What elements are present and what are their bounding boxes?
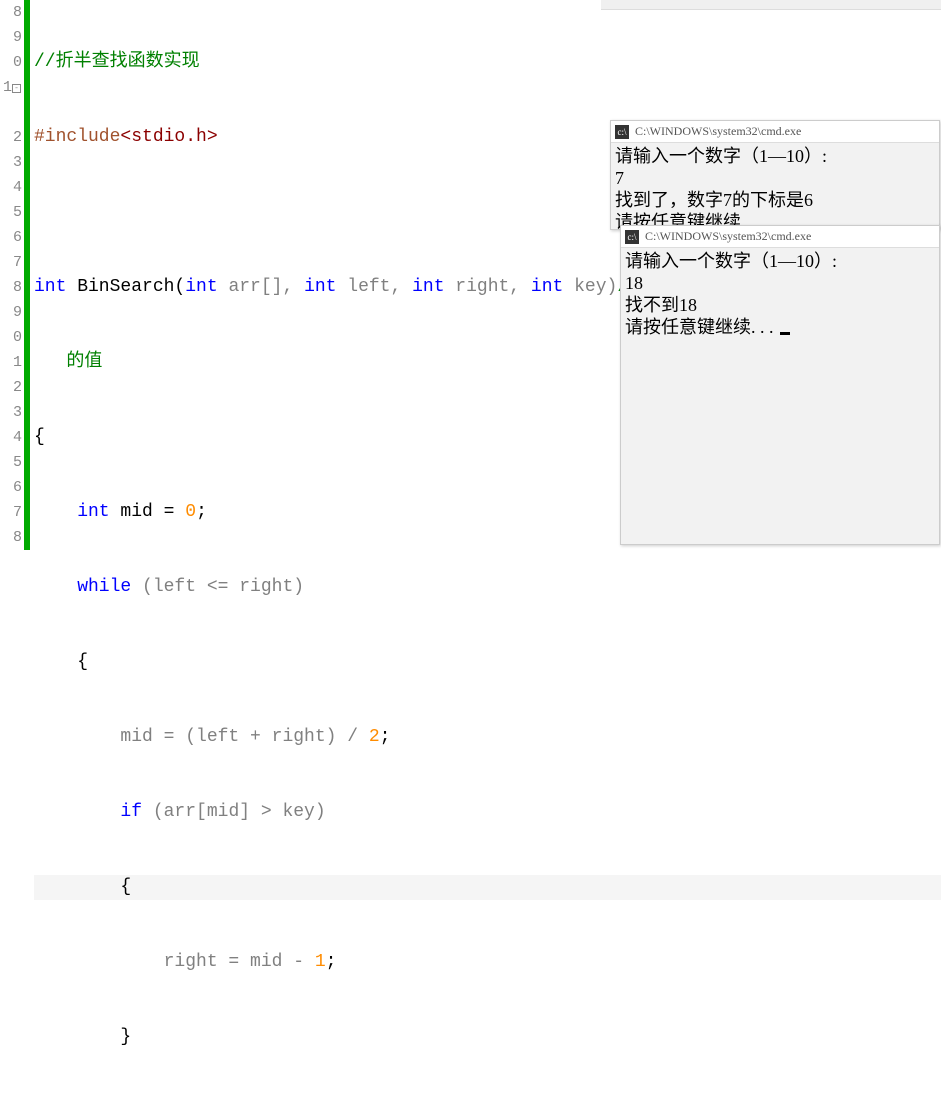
terminal-line: 7 (615, 167, 935, 189)
line-number: 0 (0, 325, 22, 350)
line-number: 5 (0, 200, 22, 225)
line-number: 7 (0, 250, 22, 275)
line-number: 0 (0, 50, 22, 75)
terminal-titlebar[interactable]: c:\ C:\WINDOWS\system32\cmd.exe (621, 226, 939, 248)
line-number: 5 (0, 450, 22, 475)
code-line: while (left <= right) (34, 575, 941, 600)
terminal-line: 请输入一个数字（1—10）: (615, 145, 935, 167)
cmd-icon: c:\ (625, 230, 639, 244)
line-number: 3 (0, 400, 22, 425)
line-number: 2 (0, 125, 22, 150)
line-number: 9 (0, 25, 22, 50)
terminal-line: 请输入一个数字（1—10）: (625, 250, 935, 272)
line-number (0, 100, 22, 125)
code-line: if (arr[mid] > key) (34, 800, 941, 825)
line-number: 4 (0, 175, 22, 200)
fold-icon[interactable]: - (12, 84, 21, 93)
terminal-title: C:\WINDOWS\system32\cmd.exe (645, 229, 811, 244)
terminal-line: 找不到18 (625, 294, 935, 316)
line-number-gutter: 8 9 0 1- 2 3 4 5 6 7 8 9 0 1 2 3 4 5 6 7… (0, 0, 30, 550)
line-number: 1- (0, 75, 22, 100)
terminal-title: C:\WINDOWS\system32\cmd.exe (635, 124, 801, 139)
line-number: 8 (0, 525, 22, 550)
line-number: 8 (0, 275, 22, 300)
code-line: //折半查找函数实现 (34, 50, 941, 75)
line-number: 7 (0, 500, 22, 525)
line-number: 3 (0, 150, 22, 175)
terminal-body: 请输入一个数字（1—10）: 18 找不到18 请按任意键继续. . . (621, 248, 939, 340)
line-number: 8 (0, 0, 22, 25)
cursor-icon (780, 332, 790, 335)
line-number: 1 (0, 350, 22, 375)
terminal-line: 18 (625, 272, 935, 294)
code-line: mid = (left + right) / 2; (34, 725, 941, 750)
code-line: right = mid - 1; (34, 950, 941, 975)
terminal-titlebar[interactable]: c:\ C:\WINDOWS\system32\cmd.exe (611, 121, 939, 143)
terminal-window-1[interactable]: c:\ C:\WINDOWS\system32\cmd.exe 请输入一个数字（… (610, 120, 940, 230)
top-partial-bar (601, 0, 941, 10)
terminal-line: 请按任意键继续. . . (625, 316, 935, 338)
terminal-line: 找到了，数字7的下标是6 (615, 189, 935, 211)
terminal-window-2[interactable]: c:\ C:\WINDOWS\system32\cmd.exe 请输入一个数字（… (620, 225, 940, 545)
line-number: 2 (0, 375, 22, 400)
code-line: { (34, 650, 941, 675)
code-line: } (34, 1025, 941, 1050)
line-number: 6 (0, 475, 22, 500)
cmd-icon: c:\ (615, 125, 629, 139)
terminal-body: 请输入一个数字（1—10）: 7 找到了，数字7的下标是6 请按任意键继续. .… (611, 143, 939, 235)
line-number: 4 (0, 425, 22, 450)
line-number: 9 (0, 300, 22, 325)
code-line: { (34, 875, 941, 900)
line-number: 6 (0, 225, 22, 250)
